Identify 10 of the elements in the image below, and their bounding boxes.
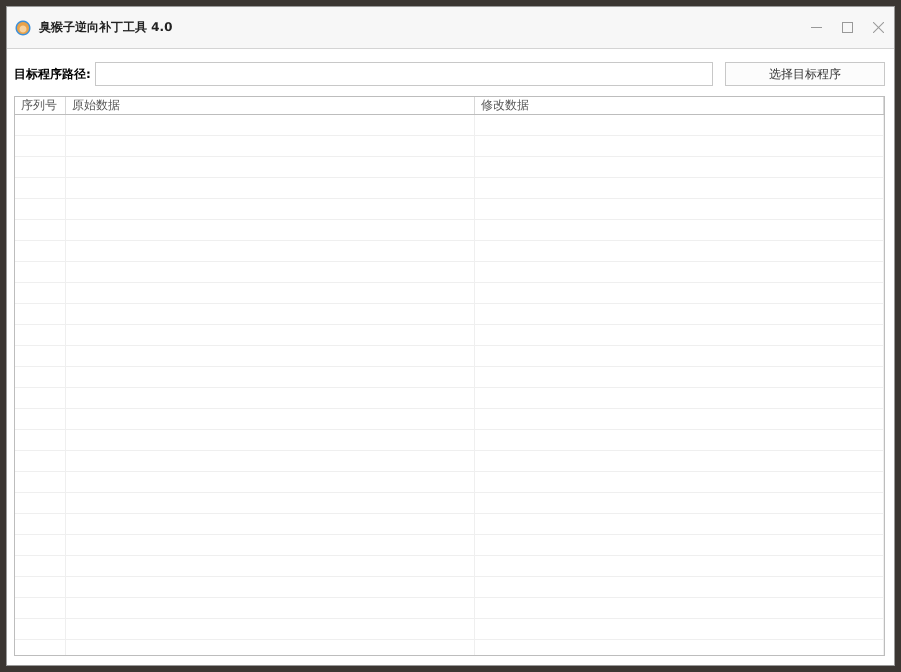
select-program-button[interactable]: 选择目标程序 [725, 62, 885, 86]
window-title: 臭猴子逆向补丁工具 4.0 [39, 19, 174, 36]
column-header[interactable]: 原始数据 [66, 97, 475, 114]
path-label: 目标程序路径: [14, 66, 91, 82]
column-header[interactable]: 序列号 [15, 97, 66, 114]
app-icon [15, 20, 31, 36]
column-header[interactable]: 修改数据 [475, 97, 884, 114]
path-field[interactable] [94, 62, 713, 86]
close-icon[interactable] [872, 22, 884, 33]
maximize-icon[interactable] [842, 22, 852, 33]
